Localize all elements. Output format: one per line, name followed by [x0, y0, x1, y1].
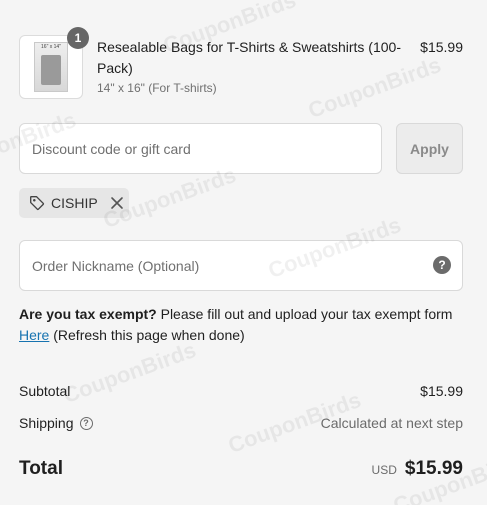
thumbnail-caption: 16" x 14" [41, 44, 61, 50]
subtotal-row: Subtotal $15.99 [19, 383, 463, 399]
total-value: $15.99 [404, 458, 463, 479]
shipping-row: Shipping ? Calculated at next step [19, 415, 463, 431]
tax-exempt-text: Please fill out and upload your tax exem… [156, 306, 453, 322]
total-row: Total USD $15.99 [19, 458, 463, 480]
tax-exempt-link[interactable]: Here [19, 327, 49, 343]
tag-icon [30, 196, 45, 211]
applied-discount-tag: CISHIP [19, 188, 129, 218]
total-currency: USD [371, 463, 397, 477]
shipping-label-group: Shipping ? [19, 415, 93, 431]
tax-exempt-notice: Are you tax exempt? Please fill out and … [19, 304, 469, 346]
shipping-value: Calculated at next step [320, 415, 463, 431]
tax-exempt-suffix: (Refresh this page when done) [49, 327, 245, 343]
discount-code-label: CISHIP [51, 195, 98, 211]
product-variant: 14" x 16" (For T-shirts) [97, 81, 217, 95]
order-nickname-input[interactable] [19, 240, 463, 291]
question-circle-icon[interactable]: ? [433, 256, 451, 274]
tax-exempt-question: Are you tax exempt? [19, 306, 157, 322]
quantity-badge: 1 [67, 27, 89, 49]
product-name: Resealable Bags for T-Shirts & Sweatshir… [97, 39, 401, 76]
cart-line-item: 16" x 14" 1 Resealable Bags for T-Shirts… [19, 27, 463, 99]
total-label: Total [19, 458, 63, 479]
help-circle-icon[interactable]: ? [79, 416, 93, 430]
close-icon[interactable] [110, 196, 124, 210]
subtotal-label: Subtotal [19, 383, 71, 399]
subtotal-value: $15.99 [420, 383, 463, 399]
product-price: $15.99 [420, 39, 463, 55]
total-amount-group: USD $15.99 [372, 458, 463, 480]
discount-code-input[interactable] [19, 123, 382, 174]
apply-button[interactable]: Apply [396, 123, 463, 174]
shipping-label: Shipping [19, 415, 74, 431]
